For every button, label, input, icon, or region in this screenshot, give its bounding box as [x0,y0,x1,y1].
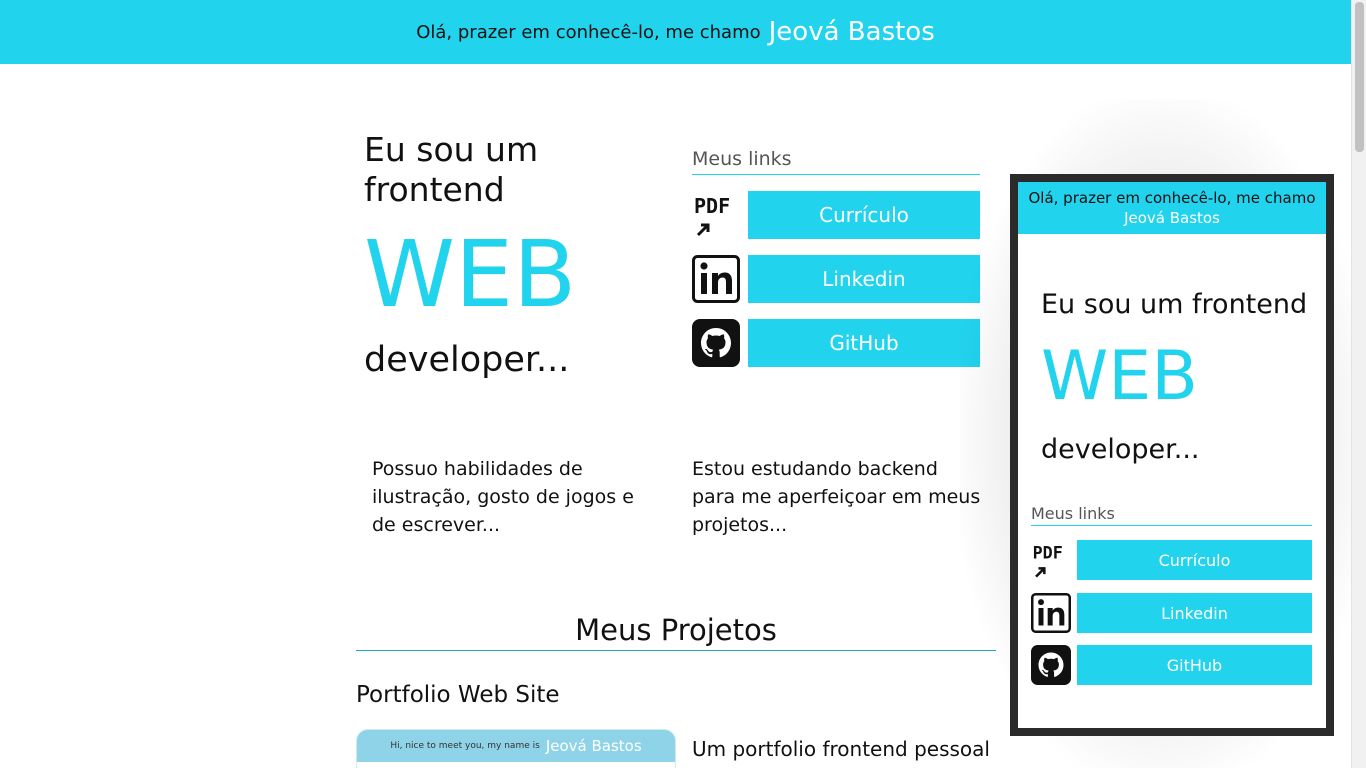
about-left-text: Possuo habilidades de ilustração, gosto … [372,458,634,536]
pdf-icon[interactable]: PDF [1031,540,1071,580]
hero-line1: Eu sou um frontend [364,130,539,209]
links-title: Meus links [692,148,980,175]
github-button[interactable]: GitHub [748,319,980,367]
header-name: Jeová Bastos [768,17,935,47]
about-right-text: Estou estudando backend para me aperfeiç… [692,458,981,536]
hero-section: Eu sou um frontend WEB developer... [364,130,654,382]
thumbnail-body [357,762,675,768]
page-scrollbar[interactable] [1351,0,1366,768]
scrollbar-thumb[interactable] [1355,2,1364,152]
linkedin-icon[interactable] [692,255,740,303]
linkedin-icon[interactable] [1031,593,1071,633]
hero-line2: developer... [364,340,570,380]
preview-links-title: Meus links [1031,504,1312,526]
preview-greeting: Olá, prazer em conhecê-lo, me chamo [1028,189,1316,207]
preview-link-row-github: GitHub [1031,645,1312,685]
project-thumbnail[interactable]: Hi, nice to meet you, my name is Jeová B… [356,729,676,768]
preview-hero-line2: developer... [1041,434,1200,465]
mobile-preview-frame: Olá, prazer em conhecê-lo, me chamo Jeov… [1010,174,1334,736]
project-name: Portfolio Web Site [356,682,560,708]
header-greeting: Olá, prazer em conhecê-lo, me chamo [416,21,761,43]
preview-name: Jeová Bastos [1124,209,1220,227]
github-icon[interactable] [692,319,740,367]
link-row-resume: PDF Currículo [692,191,980,239]
thumbnail-name: Jeová Bastos [545,737,642,755]
preview-link-row-resume: PDF Currículo [1031,540,1312,580]
link-row-linkedin: Linkedin [692,255,980,303]
project-description: Um portfolio frontend pessoal [692,737,990,761]
github-icon[interactable] [1031,645,1071,685]
preview-hero-highlight: WEB [1041,337,1198,416]
links-section: Meus links PDF Currículo Linkedin GitHub [692,148,980,367]
link-row-github: GitHub [692,319,980,367]
top-header: Olá, prazer em conhecê-lo, me chamo Jeov… [0,0,1351,64]
resume-button[interactable]: Currículo [748,191,980,239]
thumbnail-greeting: Hi, nice to meet you, my name is [390,741,540,751]
preview-resume-button[interactable]: Currículo [1077,540,1312,580]
pdf-icon[interactable]: PDF [692,191,740,239]
projects-title: Meus Projetos [356,612,996,651]
svg-text:PDF: PDF [1033,543,1063,562]
thumbnail-header: Hi, nice to meet you, my name is Jeová B… [357,730,675,762]
preview-linkedin-button[interactable]: Linkedin [1077,593,1312,633]
hero-highlight: WEB [364,221,577,328]
linkedin-button[interactable]: Linkedin [748,255,980,303]
preview-github-button[interactable]: GitHub [1077,645,1312,685]
svg-text:PDF: PDF [694,194,730,218]
preview-link-row-linkedin: Linkedin [1031,593,1312,633]
mobile-preview-screen: Olá, prazer em conhecê-lo, me chamo Jeov… [1018,182,1326,728]
preview-header: Olá, prazer em conhecê-lo, me chamo Jeov… [1018,182,1326,234]
preview-hero-line1: Eu sou um frontend [1041,289,1308,320]
